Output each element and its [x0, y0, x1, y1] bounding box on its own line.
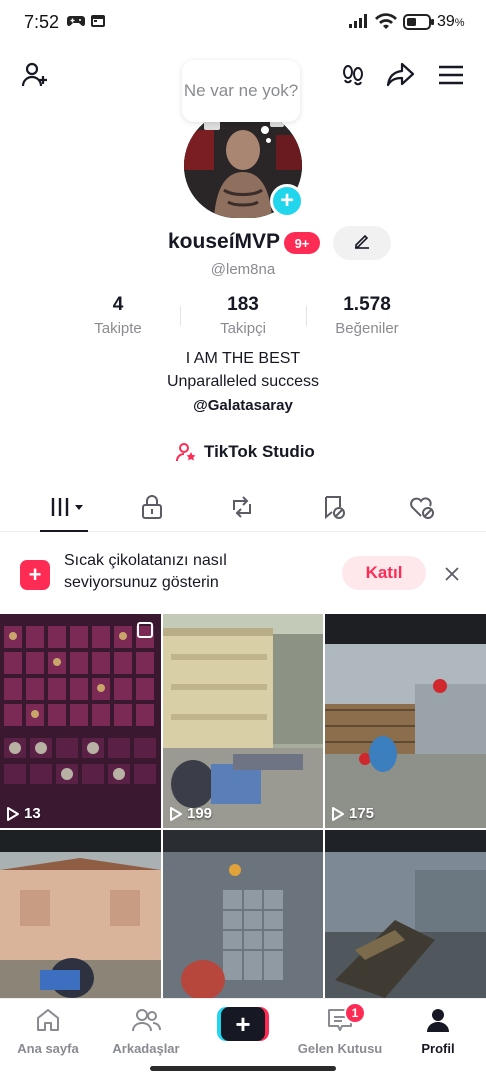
calendar-icon [90, 13, 106, 34]
nav-friends-label: Arkadaşlar [112, 1041, 180, 1056]
videos-grid-icon [48, 495, 88, 524]
video-thumbnail [0, 830, 161, 998]
video-thumbnail [0, 614, 161, 828]
close-icon[interactable] [440, 562, 464, 586]
studio-icon [176, 442, 198, 462]
video-thumbnail [325, 614, 486, 828]
nav-inbox-label: Gelen Kutusu [297, 1041, 383, 1056]
status-time: 7:52 [24, 12, 60, 32]
edit-profile-button[interactable] [333, 226, 391, 260]
nav-profile[interactable]: Profil [390, 1007, 486, 1056]
view-count: 13 [6, 805, 41, 822]
add-user-icon[interactable] [18, 58, 52, 92]
view-count-label: 199 [187, 805, 213, 822]
menu-icon[interactable] [434, 58, 468, 92]
tab-videos[interactable] [46, 494, 90, 524]
view-count-label: 13 [24, 805, 41, 822]
friends-icon [131, 1006, 161, 1039]
video-thumbnail [325, 830, 486, 998]
profile-icon [424, 1006, 452, 1039]
following-label: Takipte [94, 320, 142, 337]
signal-icon [348, 13, 370, 34]
view-count-label: 175 [349, 805, 375, 822]
video-tile[interactable] [0, 830, 161, 998]
wifi-icon [374, 13, 398, 36]
studio-label: TikTok Studio [204, 442, 315, 461]
liked-icon [408, 494, 436, 525]
promo-banner: + Sıcak çikolatanızı nasıl seviyorsunuz … [0, 540, 486, 612]
tiktok-studio-link[interactable]: TikTok Studio [176, 440, 315, 464]
likes-count: 1.578 [343, 294, 391, 315]
status-bubble[interactable]: Ne var ne yok? [182, 60, 300, 122]
battery-icon [403, 14, 435, 35]
video-thumbnail [163, 614, 323, 828]
tab-saved[interactable] [316, 494, 352, 524]
home-indicator [150, 1066, 336, 1071]
join-button[interactable]: Katıl [342, 556, 426, 590]
user-handle: @lem8na [210, 261, 276, 278]
active-tab-indicator [40, 530, 88, 532]
tab-reposts[interactable] [224, 494, 260, 524]
video-thumbnail [163, 830, 323, 998]
saved-icon [321, 494, 347, 525]
followers-label: Takipçi [220, 320, 266, 337]
status-bar: 7:52 39% [0, 0, 486, 44]
stat-following[interactable]: 4 Takipte [53, 294, 183, 337]
nav-profile-label: Profil [421, 1041, 455, 1056]
tab-liked[interactable] [404, 494, 440, 524]
video-tile[interactable] [163, 830, 323, 998]
video-tile[interactable]: 13 [0, 614, 161, 828]
notification-badge[interactable]: 9+ [284, 232, 320, 254]
following-count: 4 [112, 294, 124, 315]
bio-mention-link[interactable]: @Galatasaray [0, 397, 486, 414]
play-icon [7, 806, 19, 821]
bio-line-1: I AM THE BEST [185, 350, 301, 367]
view-count: 175 [331, 805, 374, 822]
home-icon [34, 1006, 62, 1039]
pencil-icon [353, 232, 371, 255]
repost-icon [229, 494, 255, 525]
view-count: 199 [169, 805, 212, 822]
video-tile[interactable] [325, 830, 486, 998]
bio-line-2: Unparalleled success [166, 373, 320, 390]
gamepad-icon [66, 13, 86, 34]
likes-label: Beğeniler [335, 320, 399, 337]
inbox-badge: 1 [344, 1002, 366, 1024]
plus-icon: + [221, 1007, 265, 1041]
nav-home[interactable]: Ana sayfa [0, 1007, 96, 1056]
promo-text: Sıcak çikolatanızı nasıl seviyorsunuz gö… [64, 552, 227, 591]
bubble-tail [261, 126, 269, 134]
bubble-tail-small [266, 138, 271, 143]
username: kouseíMVP [168, 230, 281, 253]
stat-followers[interactable]: 183 Takipçi [178, 294, 308, 337]
video-tile[interactable]: 175 [325, 614, 486, 828]
add-avatar-button[interactable]: + [270, 184, 304, 218]
footprints-icon[interactable] [336, 58, 370, 92]
nav-friends[interactable]: Arkadaşlar [98, 1007, 194, 1056]
nav-home-label: Ana sayfa [17, 1041, 79, 1056]
multi-item-icon [137, 622, 153, 638]
share-icon[interactable] [384, 58, 418, 92]
stat-likes[interactable]: 1.578 Beğeniler [302, 294, 432, 337]
play-icon [332, 806, 344, 821]
followers-count: 183 [227, 294, 259, 315]
nav-inbox[interactable]: Gelen Kutusu [292, 1007, 388, 1056]
play-icon [170, 806, 182, 821]
profile-tabs [0, 486, 486, 532]
promo-plus-icon: + [20, 560, 50, 590]
video-tile[interactable]: 199 [163, 614, 323, 828]
tab-private[interactable] [134, 494, 170, 524]
battery-percent: 39% [437, 13, 465, 30]
lock-icon [141, 494, 163, 525]
create-button[interactable]: + [217, 1007, 269, 1041]
